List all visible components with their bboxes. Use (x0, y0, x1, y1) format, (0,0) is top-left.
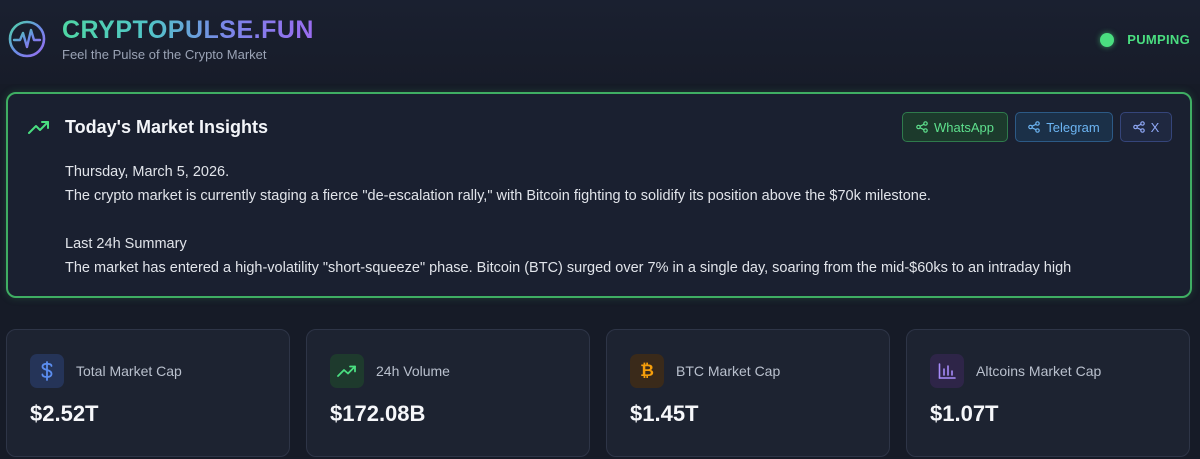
stat-card-altcoins-market-cap[interactable]: Altcoins Market Cap $1.07T (906, 329, 1190, 457)
summary-heading: Last 24h Summary (65, 236, 187, 252)
share-x-button[interactable]: X (1120, 112, 1172, 142)
insights-body: Thursday, March 5, 2026. The crypto mark… (65, 160, 1175, 280)
stat-card-total-market-cap[interactable]: Total Market Cap $2.52T (6, 329, 290, 457)
pulse-logo-icon[interactable] (8, 20, 46, 58)
share-icon (916, 121, 928, 133)
share-whatsapp-button[interactable]: WhatsApp (902, 112, 1008, 142)
dollar-icon (30, 354, 64, 388)
brand-tagline: Feel the Pulse of the Crypto Market (62, 47, 267, 62)
telegram-label: Telegram (1046, 119, 1100, 135)
market-status: PUMPING (1100, 32, 1190, 47)
bar-chart-icon (930, 354, 964, 388)
stat-label: Altcoins Market Cap (976, 363, 1102, 379)
insights-title: Today's Market Insights (65, 117, 268, 137)
share-icon (1132, 121, 1145, 133)
stat-card-24h-volume[interactable]: 24h Volume $172.08B (306, 329, 590, 457)
stat-value: $1.07T (930, 401, 999, 426)
market-insights-card: Today's Market Insights WhatsApp Telegra… (6, 92, 1192, 298)
header: CRYPTOPULSE.FUN Feel the Pulse of the Cr… (0, 0, 1200, 84)
trend-up-icon (28, 121, 49, 134)
status-dot-icon (1100, 32, 1115, 47)
status-text: PUMPING (1127, 32, 1190, 47)
insights-intro: The crypto market is currently staging a… (65, 188, 931, 204)
insights-date: Thursday, March 5, 2026. (65, 164, 230, 180)
whatsapp-label: WhatsApp (934, 119, 994, 135)
stat-value: $1.45T (630, 401, 699, 426)
stat-card-btc-market-cap[interactable]: ₿ BTC Market Cap $1.45T (606, 329, 890, 457)
stat-label: BTC Market Cap (676, 363, 781, 379)
x-label: X (1150, 119, 1160, 135)
summary-text: The market has entered a high-volatility… (65, 260, 1072, 276)
bitcoin-icon: ₿ (630, 354, 664, 388)
brand-title[interactable]: CRYPTOPULSE.FUN (62, 16, 314, 45)
stat-value: $2.52T (30, 401, 99, 426)
share-icon (1028, 121, 1041, 133)
stat-label: Total Market Cap (76, 363, 182, 379)
share-telegram-button[interactable]: Telegram (1015, 112, 1113, 142)
stat-value: $172.08B (330, 401, 426, 426)
trend-up-icon (330, 354, 364, 388)
stat-label: 24h Volume (376, 363, 450, 379)
